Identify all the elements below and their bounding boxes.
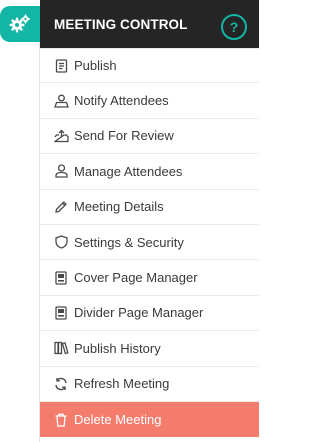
inbox-upload-icon — [53, 128, 69, 144]
menu-item-settings-security[interactable]: Settings & Security — [40, 224, 259, 261]
gears-icon — [9, 14, 31, 34]
menu-item-publish[interactable]: Publish — [40, 48, 259, 84]
menu-item-label: Delete Meeting — [74, 412, 162, 428]
id-card-icon — [53, 305, 69, 321]
menu-item-divider-page-manager[interactable]: Divider Page Manager — [40, 295, 259, 332]
panel-header: MEETING CONTROL ? — [40, 0, 259, 48]
menu-item-label: Notify Attendees — [74, 93, 169, 109]
menu-item-label: Meeting Details — [74, 199, 164, 215]
meeting-control-panel: MEETING CONTROL ? Publish Notify Attende… — [40, 0, 259, 442]
document-icon — [53, 58, 69, 74]
menu-item-label: Send For Review — [74, 128, 174, 144]
menu-item-cover-page-manager[interactable]: Cover Page Manager — [40, 260, 259, 296]
menu-item-refresh-meeting[interactable]: Refresh Meeting — [40, 366, 259, 402]
pencil-icon — [53, 199, 69, 215]
menu-item-label: Cover Page Manager — [74, 270, 198, 286]
panel-title: MEETING CONTROL — [54, 16, 188, 32]
meeting-control-page: MEETING CONTROL ? Publish Notify Attende… — [0, 0, 259, 442]
panel-toggle-button[interactable] — [0, 6, 40, 42]
shield-icon — [53, 234, 69, 250]
menu-item-delete-meeting[interactable]: Delete Meeting — [40, 401, 259, 438]
menu-item-label: Refresh Meeting — [74, 376, 170, 392]
menu-item-notify-attendees[interactable]: Notify Attendees — [40, 83, 259, 119]
meeting-menu: Publish Notify Attendees Send For Review… — [40, 48, 259, 438]
trash-icon — [53, 412, 69, 428]
refresh-icon — [53, 376, 69, 392]
menu-item-label: Settings & Security — [74, 234, 184, 250]
menu-item-manage-attendees[interactable]: Manage Attendees — [40, 154, 259, 190]
menu-item-publish-history[interactable]: Publish History — [40, 331, 259, 367]
menu-item-label: Manage Attendees — [74, 163, 183, 179]
id-card-icon — [53, 270, 69, 286]
menu-item-label: Publish History — [74, 340, 161, 356]
books-icon — [53, 340, 69, 356]
user-icon — [53, 163, 69, 179]
menu-item-label: Divider Page Manager — [74, 305, 204, 321]
menu-item-label: Publish — [74, 58, 117, 74]
menu-item-send-for-review[interactable]: Send For Review — [40, 118, 259, 155]
menu-item-meeting-details[interactable]: Meeting Details — [40, 189, 259, 225]
notify-icon — [53, 93, 69, 109]
help-button[interactable]: ? — [221, 14, 247, 40]
